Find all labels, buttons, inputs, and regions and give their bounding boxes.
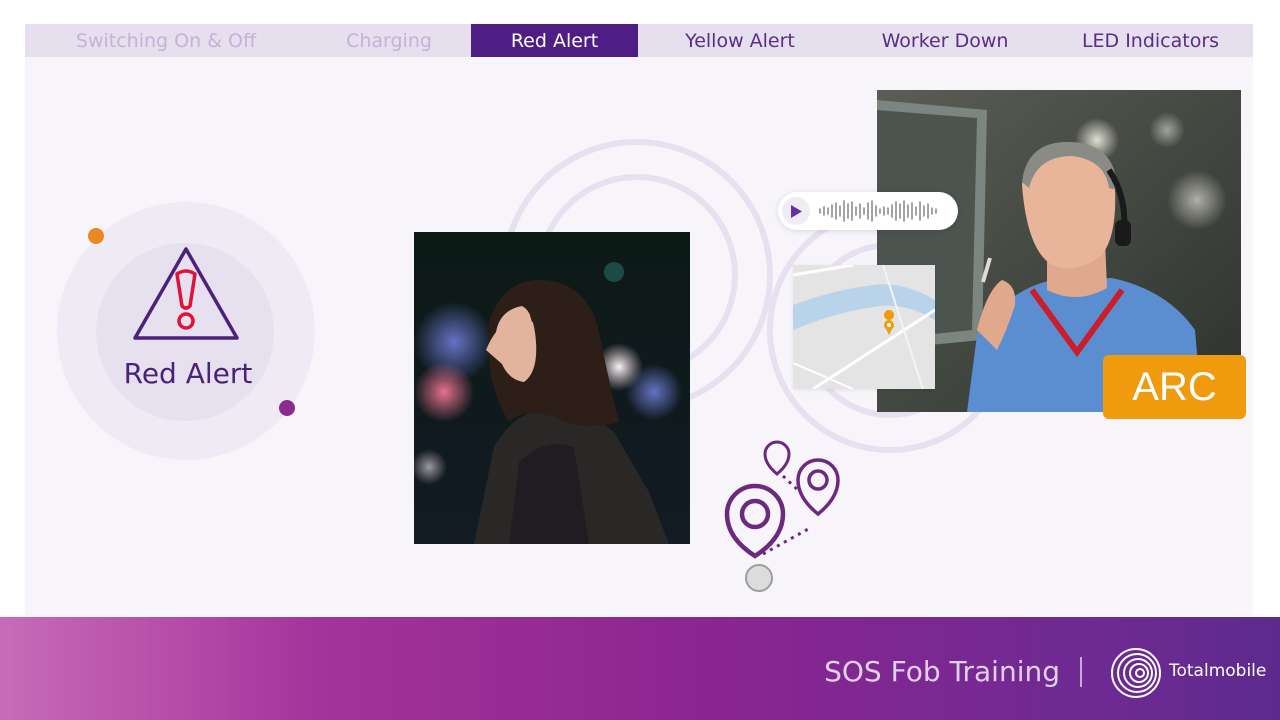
footer-bar xyxy=(0,617,1280,720)
waveform-icon xyxy=(819,200,937,222)
play-icon xyxy=(791,204,802,218)
play-button[interactable] xyxy=(782,197,810,225)
map-card xyxy=(793,265,935,389)
course-title: SOS Fob Training xyxy=(824,655,1060,688)
brand-name: Totalmobile xyxy=(1169,661,1267,681)
footer-divider xyxy=(1080,657,1082,687)
woman-at-night-photo xyxy=(414,232,690,544)
location-pins-icon xyxy=(724,440,840,592)
arc-badge: ARC xyxy=(1103,355,1246,419)
totalmobile-logo-icon xyxy=(1111,648,1161,698)
